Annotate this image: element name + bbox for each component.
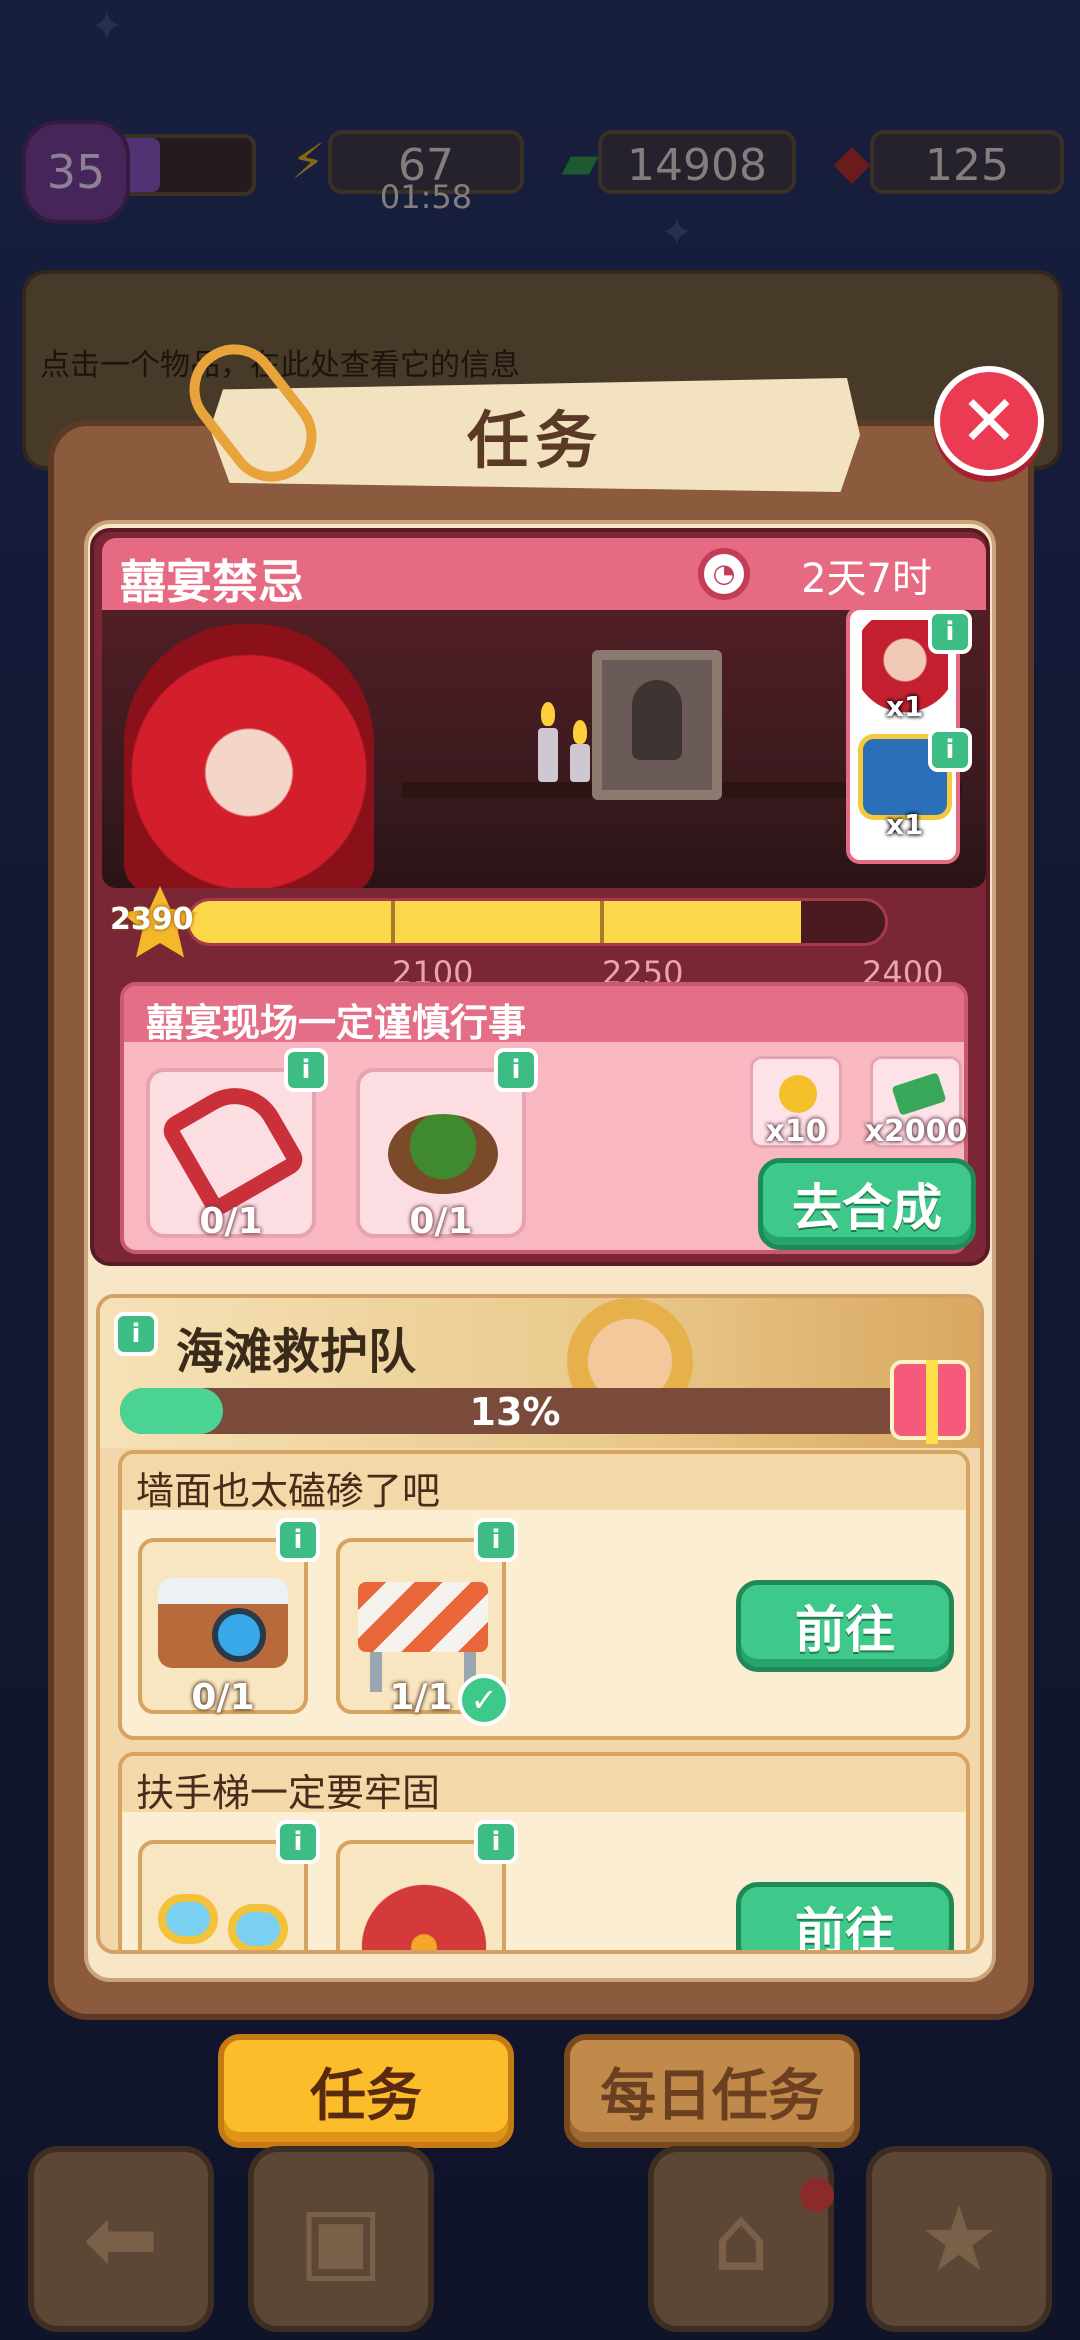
info-icon[interactable]: i xyxy=(928,728,972,772)
go-merge-button[interactable]: 去合成 xyxy=(758,1158,976,1250)
checkmark-icon: ✓ xyxy=(458,1674,510,1726)
milestone-divider xyxy=(599,901,604,943)
event-points: 2390 xyxy=(110,902,194,937)
gift-box-icon[interactable] xyxy=(890,1360,970,1444)
event-task: 囍宴现场一定谨慎行事 0/1 i 0/1 i x10 x2000 去合成 xyxy=(120,982,976,1254)
info-icon[interactable]: i xyxy=(494,1048,538,1092)
clock-icon: ◔ xyxy=(698,548,750,600)
beach-task-title: 扶手梯一定要牢固 xyxy=(136,1771,441,1815)
reward-qty: x1 xyxy=(886,808,924,841)
task-item-slot[interactable]: 0/1 xyxy=(138,1538,308,1718)
event-progress: 2390 2100 2250 2400 xyxy=(102,868,986,992)
bride-character xyxy=(124,624,374,888)
beach-task-header: 墙面也太磕碜了吧 xyxy=(122,1454,966,1513)
flame xyxy=(541,702,555,726)
sunglasses-icon xyxy=(158,1894,218,1944)
info-icon[interactable]: i xyxy=(276,1820,320,1864)
info-icon[interactable]: i xyxy=(474,1820,518,1864)
info-icon[interactable]: i xyxy=(284,1048,328,1092)
event-reward-tag[interactable]: x1 x1 i i xyxy=(846,606,972,864)
close-button[interactable]: ✕ xyxy=(934,366,1044,476)
tab-daily-tasks[interactable]: 每日任务 xyxy=(564,2034,860,2148)
event-progress-fill xyxy=(189,901,802,943)
item-count: 0/1 xyxy=(409,1201,473,1242)
event-task-header: 囍宴现场一定谨慎行事 xyxy=(124,986,964,1045)
event-timer: 2天7时 xyxy=(801,556,932,602)
notification-dot xyxy=(800,2178,834,2212)
bush-icon xyxy=(388,1114,498,1194)
task-reward: x10 xyxy=(750,1056,842,1149)
beach-quest-section: i 海滩救护队 13% 墙面也太磕碜了吧 0/1 i 1/1 i ✓ 前往 扶手… xyxy=(96,1294,984,1954)
info-icon[interactable]: i xyxy=(474,1518,518,1562)
beach-quest-title: 海滩救护队 xyxy=(176,1324,417,1380)
clipboard-star-icon: ★ xyxy=(918,2186,1000,2292)
event-task-title: 囍宴现场一定谨慎行事 xyxy=(146,1001,527,1045)
flame xyxy=(573,720,587,744)
beach-progress-label: 13% xyxy=(469,1390,561,1434)
back-button[interactable]: ⬅ xyxy=(28,2146,214,2332)
reward-qty: x2000 xyxy=(864,1114,968,1149)
beach-task: 墙面也太磕碜了吧 0/1 i 1/1 i ✓ 前往 xyxy=(118,1450,970,1740)
beach-task-title: 墙面也太磕碜了吧 xyxy=(136,1469,441,1513)
camera-lens xyxy=(212,1608,266,1662)
info-icon[interactable]: i xyxy=(276,1518,320,1562)
star-coin-icon xyxy=(779,1075,817,1113)
beach-task-header: 扶手梯一定要牢固 xyxy=(122,1756,966,1815)
event-scene: 囍宴禁忌 ◔ 2天7时 x1 x1 i i xyxy=(102,538,986,888)
close-icon: ✕ xyxy=(959,380,1019,462)
sunglasses-lens xyxy=(228,1904,288,1950)
info-icon[interactable]: i xyxy=(928,610,972,654)
candle xyxy=(538,728,558,782)
shop-button[interactable]: ⌂ xyxy=(648,2146,834,2332)
panel-title: 任务 xyxy=(466,404,603,477)
event-title: 囍宴禁忌 xyxy=(120,555,304,609)
beach-progress-bar: 13% xyxy=(120,1388,910,1434)
road-barrier-icon xyxy=(358,1582,488,1652)
basket-icon: ⌂ xyxy=(712,2186,770,2292)
candle xyxy=(570,744,590,782)
item-count: 0/1 xyxy=(199,1201,263,1242)
cash-stack-icon xyxy=(891,1072,947,1116)
reward-qty: x10 xyxy=(765,1114,827,1149)
task-reward: x2000 xyxy=(865,1056,967,1149)
reward-qty: x1 xyxy=(886,690,924,723)
event-card: 囍宴禁忌 ◔ 2天7时 x1 x1 i i 2390 2100 2250 240… xyxy=(90,528,990,1266)
memorial-portrait xyxy=(592,650,722,800)
backpack-icon: ▣ xyxy=(298,2186,384,2292)
tab-tasks[interactable]: 任务 xyxy=(218,2034,514,2148)
quest-board-button[interactable]: ★ xyxy=(866,2146,1052,2332)
milestone-divider xyxy=(390,901,395,943)
beach-banner: i 海滩救护队 13% xyxy=(100,1298,980,1448)
beach-task: 扶手梯一定要牢固 i i 前往 xyxy=(118,1752,970,1950)
event-progress-bar xyxy=(186,898,888,946)
event-header: 囍宴禁忌 ◔ 2天7时 xyxy=(102,538,986,610)
go-button[interactable]: 前往 xyxy=(736,1580,954,1672)
red-coral-icon xyxy=(356,1870,492,1950)
go-button[interactable]: 前往 xyxy=(736,1882,954,1950)
item-count: 0/1 xyxy=(191,1677,255,1718)
chainsaw-icon xyxy=(157,1069,309,1221)
backpack-button[interactable]: ▣ xyxy=(248,2146,434,2332)
task-item-slot[interactable]: 0/1 xyxy=(356,1068,526,1242)
info-icon[interactable]: i xyxy=(114,1312,158,1356)
back-arrow-icon: ⬅ xyxy=(83,2186,159,2292)
task-item-slot[interactable]: 0/1 xyxy=(146,1068,316,1242)
